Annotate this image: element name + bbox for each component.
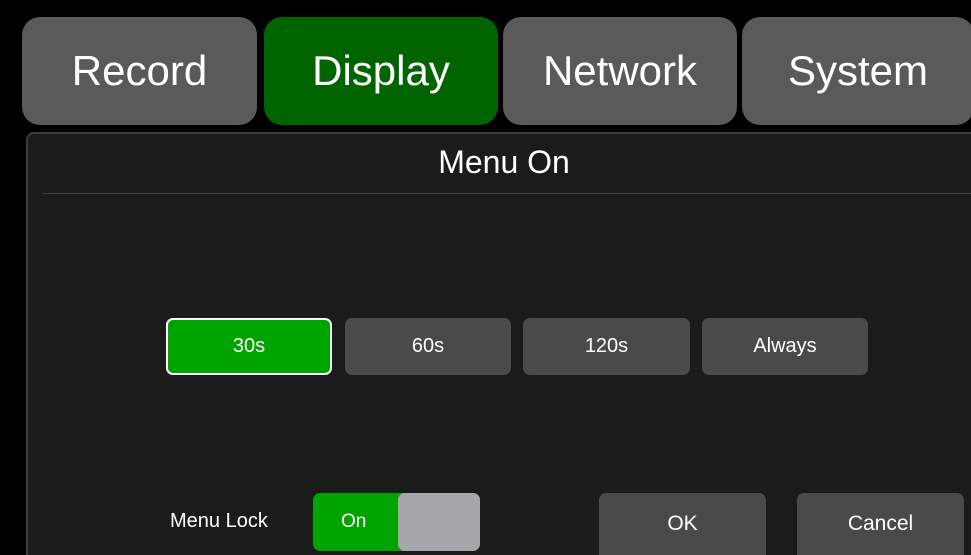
cancel-button[interactable]: Cancel (797, 493, 964, 555)
menu-lock-label: Menu Lock (170, 510, 268, 532)
menu-lock-toggle[interactable]: On (313, 493, 480, 551)
option-always-button[interactable]: Always (702, 318, 868, 375)
screen: Record Display Network System Menu On 30… (0, 0, 971, 555)
option-60s-button[interactable]: 60s (345, 318, 511, 375)
title-divider (42, 193, 971, 194)
tab-display[interactable]: Display (264, 17, 498, 125)
option-120s-button[interactable]: 120s (523, 318, 690, 375)
tab-network[interactable]: Network (503, 17, 737, 125)
option-30s-button[interactable]: 30s (166, 318, 332, 375)
ok-button[interactable]: OK (599, 493, 766, 555)
tab-record[interactable]: Record (22, 17, 257, 125)
toggle-knob[interactable] (398, 493, 480, 551)
toggle-state-text: On (341, 511, 367, 532)
panel-title: Menu On (438, 144, 570, 180)
tab-system[interactable]: System (742, 17, 971, 125)
